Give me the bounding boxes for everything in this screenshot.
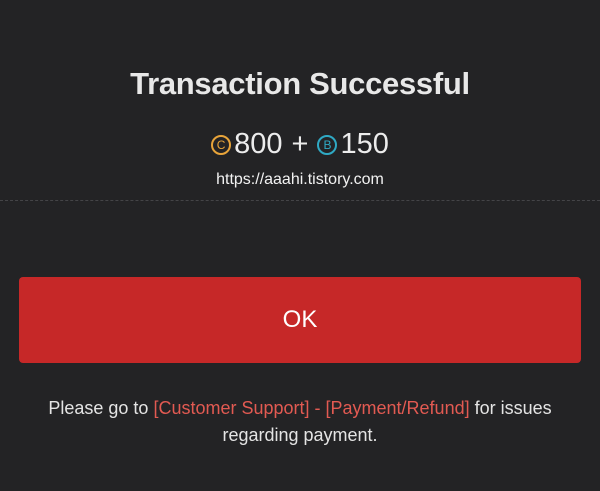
coin-c-amount: 800 [234, 128, 283, 160]
coin-c-icon: C [211, 134, 232, 155]
coin-b-icon: B [317, 134, 338, 155]
customer-support-link[interactable]: [Customer Support] [153, 398, 309, 418]
source-url: https://aaahi.tistory.com [216, 171, 384, 188]
payment-refund-link[interactable]: [Payment/Refund] [326, 398, 470, 418]
link-separator: - [309, 398, 326, 418]
dashed-divider [0, 200, 600, 201]
coin-b-amount: 150 [340, 128, 389, 160]
ok-button[interactable]: OK [19, 277, 581, 363]
plus-sign: + [291, 128, 309, 160]
transaction-dialog: Transaction Successful C 800 + B 150 htt… [0, 0, 600, 491]
dialog-title: Transaction Successful [130, 66, 470, 101]
notice-prefix: Please go to [48, 398, 154, 418]
amount-row: C 800 + B 150 [0, 128, 600, 161]
payment-notice: Please go to [Customer Support] - [Payme… [30, 395, 570, 449]
